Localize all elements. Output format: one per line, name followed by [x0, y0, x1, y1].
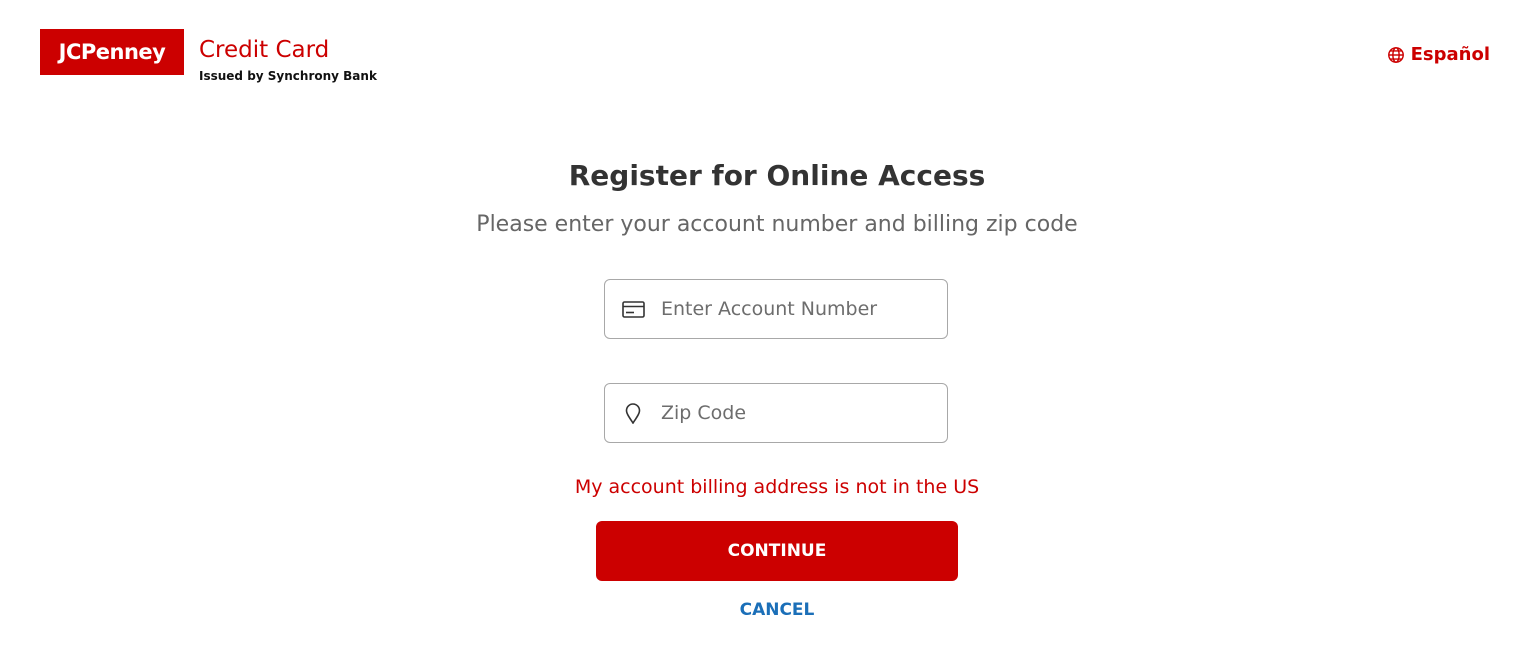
non-us-address-link[interactable]: My account billing address is not in the…: [0, 474, 1530, 500]
account-number-input[interactable]: [661, 280, 935, 338]
jcpenney-logo[interactable]: JCPenney: [40, 29, 184, 75]
brand-subtitle: Issued by Synchrony Bank: [199, 69, 377, 83]
globe-icon: [1387, 46, 1405, 64]
zip-code-input[interactable]: [661, 384, 935, 442]
language-label: Español: [1410, 44, 1490, 65]
page-subtitle: Please enter your account number and bil…: [476, 212, 1078, 237]
language-toggle-link[interactable]: Español: [1387, 44, 1490, 65]
register-page: JCPenney Credit Card Issued by Synchrony…: [0, 0, 1530, 654]
credit-card-icon: [621, 300, 645, 318]
zip-code-field[interactable]: [604, 383, 948, 443]
page-title: Register for Online Access: [568, 159, 986, 192]
account-number-field[interactable]: [604, 279, 948, 339]
location-pin-icon: [621, 402, 645, 424]
cancel-link[interactable]: CANCEL: [0, 598, 1530, 622]
brand-title: Credit Card: [199, 37, 330, 63]
continue-button[interactable]: CONTINUE: [596, 521, 958, 581]
